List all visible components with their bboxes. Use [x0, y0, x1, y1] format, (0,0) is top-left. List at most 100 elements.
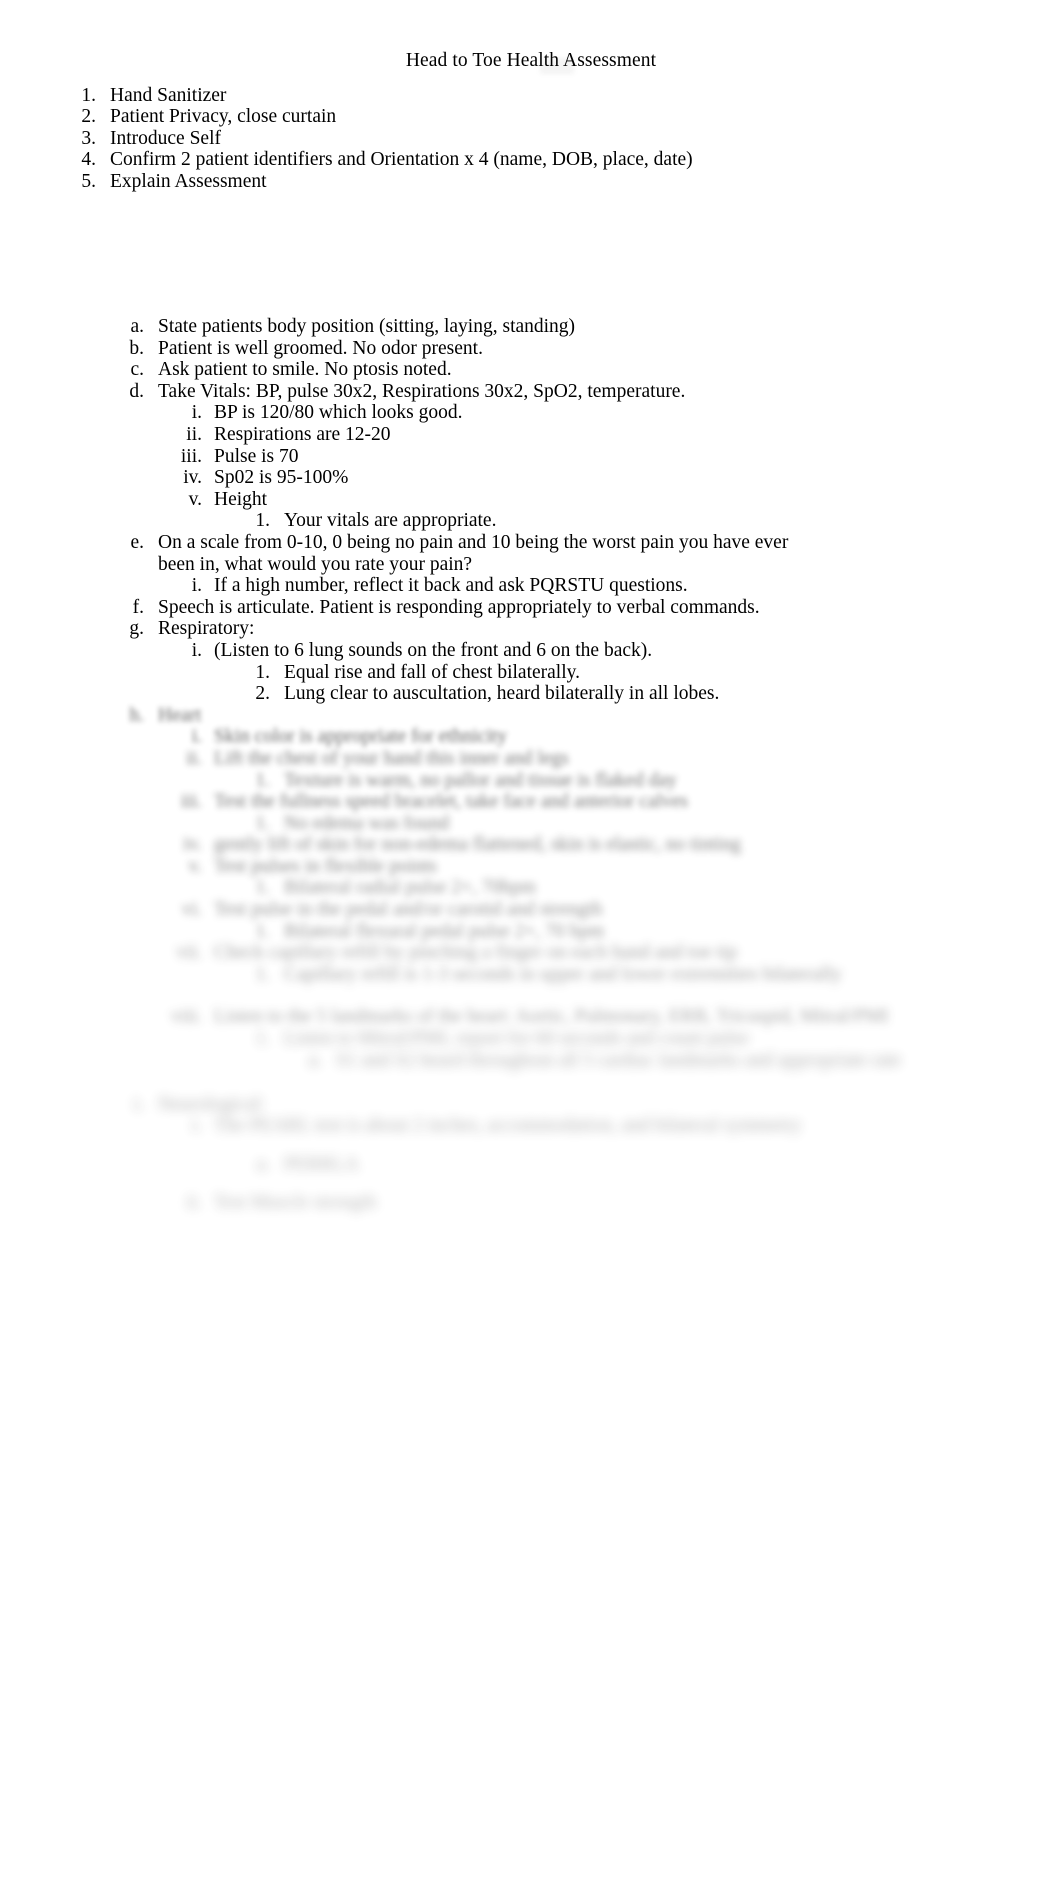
- list-marker: iv.: [183, 834, 202, 855]
- list-item: g. Respiratory:: [122, 618, 254, 640]
- list-item: 4. Confirm 2 patient identifiers and Ori…: [68, 149, 693, 171]
- list-text: Heart: [158, 705, 202, 726]
- obscured-list-item: a. PERRLA: [248, 1154, 359, 1176]
- list-marker: e.: [130, 532, 144, 553]
- list-marker: i.: [191, 640, 202, 661]
- list-item: 1. Hand Sanitizer: [68, 85, 226, 107]
- list-marker: viii.: [171, 1006, 202, 1027]
- list-marker: a.: [308, 1050, 322, 1071]
- list-text: On a scale from 0-10, 0 being no pain an…: [158, 532, 789, 575]
- obscured-list-item: 1. Listen to Mitral/PMI, report for 60 s…: [248, 1028, 749, 1050]
- list-text: Check capillary refill by pinching a fin…: [214, 942, 738, 963]
- list-text: Listen to Mitral/PMI, report for 60 seco…: [284, 1028, 749, 1049]
- obscured-list-item: 1. Texture is warm, no pallor and tissue…: [248, 770, 677, 792]
- list-text: State patients body position (sitting, l…: [158, 316, 576, 337]
- list-marker: 1.: [255, 921, 270, 942]
- list-text: BP is 120/80 which looks good.: [214, 402, 463, 423]
- obscured-list-item: i. The PEARL test is about 2 inches, acc…: [170, 1115, 802, 1137]
- list-marker: v.: [188, 489, 202, 510]
- list-text: Pulse is 70: [214, 446, 299, 467]
- list-text: Ask patient to smile. No ptosis noted.: [158, 359, 452, 380]
- obscured-list-item: iii. Test the fullness speed bracelet, t…: [170, 791, 688, 813]
- list-marker: 2.: [81, 106, 96, 127]
- list-text: Skin color is appropriate for ethnicity: [214, 726, 507, 747]
- document-page: Head to Toe Health Assessment 1. Hand Sa…: [0, 0, 1062, 1885]
- obscured-list-item: 1. Bilateral flexural pedal pulse 2+, 70…: [248, 921, 604, 943]
- list-marker: 4.: [81, 149, 96, 170]
- list-item: 1. Equal rise and fall of chest bilatera…: [248, 662, 580, 684]
- list-item: 2. Lung clear to auscultation, heard bil…: [248, 683, 719, 705]
- list-marker: 3.: [81, 128, 96, 149]
- list-marker: b.: [129, 338, 144, 359]
- list-marker: ii.: [186, 1192, 202, 1213]
- obscured-list-item: ii. Test Muscle strength: [170, 1192, 376, 1214]
- list-marker: 5.: [81, 171, 96, 192]
- list-text: Respirations are 12-20: [214, 424, 391, 445]
- list-marker: iii.: [180, 446, 202, 467]
- list-marker: i.: [191, 402, 202, 423]
- obscured-list-item: v. Test pulses in flexible points: [170, 856, 437, 878]
- list-text: Confirm 2 patient identifiers and Orient…: [110, 149, 693, 170]
- list-text: Patient Privacy, close curtain: [110, 106, 337, 127]
- obscured-list-item: vi. Test pulse in the pedal and/or carot…: [170, 899, 603, 921]
- list-marker: 1.: [255, 770, 270, 791]
- obscured-list-item: 1. Bilateral radial pulse 2+, 70bpm: [248, 877, 536, 899]
- obscured-list-item: h. Heart: [122, 705, 201, 727]
- list-text: Height: [214, 489, 268, 510]
- list-marker: 1.: [255, 510, 270, 531]
- list-text: The PEARL test is about 2 inches, accomm…: [214, 1115, 802, 1136]
- scan-smudge-artifact: [540, 58, 574, 74]
- list-marker: 1.: [81, 85, 96, 106]
- list-text: Respiratory:: [158, 618, 255, 639]
- list-item: f. Speech is articulate. Patient is resp…: [122, 597, 760, 619]
- list-item: b. Patient is well groomed. No odor pres…: [122, 338, 483, 360]
- list-text: (Listen to 6 lung sounds on the front an…: [214, 640, 653, 661]
- list-text: Your vitals are appropriate.: [284, 510, 497, 531]
- obscured-list-item: viii. Listen to the 5 landmarks of the h…: [170, 1006, 889, 1028]
- list-text: Introduce Self: [110, 128, 222, 149]
- list-item: 5. Explain Assessment: [68, 171, 266, 193]
- list-marker: vi.: [181, 899, 202, 920]
- list-marker: 1.: [255, 964, 270, 985]
- list-marker: d.: [129, 381, 144, 402]
- list-marker: i.: [133, 1094, 144, 1115]
- list-marker: 1.: [255, 813, 270, 834]
- list-marker: c.: [130, 359, 144, 380]
- page-title: Head to Toe Health Assessment: [0, 48, 1062, 74]
- list-item: iii. Pulse is 70: [170, 446, 299, 468]
- list-text: No edema was found: [284, 813, 450, 834]
- list-marker: 1.: [255, 1028, 270, 1049]
- list-text: Bilateral radial pulse 2+, 70bpm: [284, 877, 536, 898]
- list-item: a. State patients body position (sitting…: [122, 316, 575, 338]
- list-text: Bilateral flexural pedal pulse 2+, 70 bp…: [284, 921, 605, 942]
- list-text: Lift the chest of your hand this inner a…: [214, 748, 569, 769]
- list-marker: 1.: [255, 662, 270, 683]
- list-marker: g.: [129, 618, 144, 639]
- list-text: Patient is well groomed. No odor present…: [158, 338, 483, 359]
- list-marker: vii.: [176, 942, 202, 963]
- list-text: Speech is articulate. Patient is respond…: [158, 597, 760, 618]
- obscured-list-item: ii. Lift the chest of your hand this inn…: [170, 748, 569, 770]
- list-item: i. If a high number, reflect it back and…: [170, 575, 688, 597]
- list-marker: ii.: [186, 748, 202, 769]
- list-text: If a high number, reflect it back and as…: [214, 575, 688, 596]
- list-item: 1. Your vitals are appropriate.: [248, 510, 496, 532]
- obscured-list-item: 1. Capillary refill is 1-3 seconds in up…: [248, 964, 841, 986]
- list-marker: i.: [191, 575, 202, 596]
- list-marker: 2.: [255, 683, 270, 704]
- list-marker: a.: [256, 1154, 270, 1175]
- list-text: Hand Sanitizer: [110, 85, 227, 106]
- obscured-list-item: i. Neurological:: [122, 1094, 266, 1116]
- list-item: iv. Sp02 is 95-100%: [170, 467, 348, 489]
- list-text: PERRLA: [284, 1154, 359, 1175]
- list-item: i. (Listen to 6 lung sounds on the front…: [170, 640, 652, 662]
- list-text: Test the fullness speed bracelet, take f…: [214, 791, 688, 812]
- list-text: S1 and S2 heard throughout all 5 cardiac…: [336, 1050, 901, 1071]
- list-text: Texture is warm, no pallor and tissue is…: [284, 770, 677, 791]
- list-item: 3. Introduce Self: [68, 128, 221, 150]
- list-marker: h.: [129, 705, 144, 726]
- obscured-list-item: 1. No edema was found: [248, 813, 449, 835]
- list-item: v. Height: [170, 489, 267, 511]
- list-marker: a.: [130, 316, 144, 337]
- list-text: gently lift of skin for non-edema flatte…: [214, 834, 741, 855]
